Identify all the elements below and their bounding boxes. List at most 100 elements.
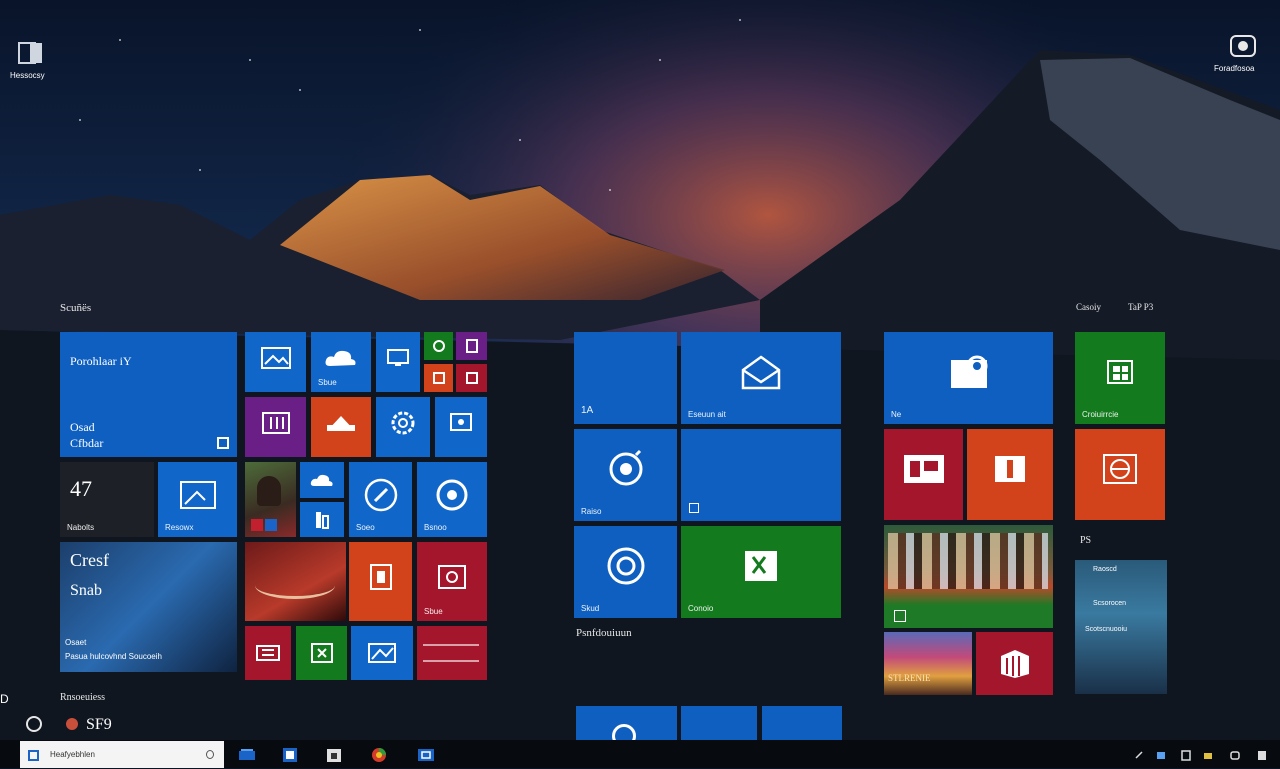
tile-cortana[interactable]: Bsnoo [417,462,487,537]
tile-calendar-line2: Cfbdar [70,436,104,450]
tile-live-line1: Raoscd [1093,566,1117,573]
tile-calendar-line1: Osad [70,420,95,434]
tile-settings[interactable] [376,397,430,457]
tile-video-label: Sbue [424,607,443,616]
tray-chat-icon[interactable] [1230,748,1240,760]
video-icon [437,564,467,590]
device-icon [449,412,473,434]
slides-icon [902,451,946,487]
tile-store[interactable]: Resowx [158,462,237,537]
tray-network-icon[interactable] [1156,748,1166,759]
tile-center-6[interactable]: Conoio [681,526,841,618]
tile-right-photo[interactable] [884,525,1053,628]
tile-calendar[interactable]: Porohlaar iY Osad Cfbdar [60,332,237,457]
tile-connect[interactable] [435,397,487,457]
user-avatar[interactable] [66,718,78,730]
desktop-shortcut-right[interactable]: Foradfosoa [1210,34,1272,78]
tile-center-3[interactable]: Raiso [574,429,677,521]
tile-excel[interactable] [296,626,347,680]
tile-photos2[interactable] [351,626,413,680]
tile-photo-red[interactable] [245,542,346,621]
tile-cloud-small[interactable] [300,462,344,498]
tile-small-p1[interactable] [456,332,487,360]
cube-icon [997,648,1033,680]
refresh-icon [432,339,446,353]
office-icon [368,562,394,592]
calendar-icon [217,437,229,449]
tile-right-red2[interactable] [976,632,1053,695]
tile-cortana-label: Bsnoo [424,523,447,532]
tile-right-photo-badge [894,610,906,622]
tile-center-bottom-2[interactable] [681,706,757,740]
frame-icon [465,372,478,384]
start-corner-label: SF9 [86,716,112,733]
tray-notification-icon[interactable] [1257,748,1267,760]
tile-onedrive[interactable]: Sbue [311,332,371,392]
tile-mail[interactable] [311,397,371,457]
tile-right-live[interactable]: Raoscd Scsorocen Scotscnuooiu [1075,560,1167,694]
microphone-icon [206,750,214,759]
desktop-shortcut-left[interactable]: Hessocsy [8,38,60,82]
tile-right-1[interactable]: Ne [884,332,1053,424]
tile-right-orange1[interactable] [967,429,1053,520]
book-icon [261,411,291,435]
tile-center-4-badge [689,503,699,513]
tile-center-3-label: Raiso [581,507,602,516]
tile-live-line2: Scsorocen [1093,600,1127,607]
note-icon [465,339,478,353]
group-label-right-a: Casoiy [1076,302,1102,312]
window-icon [16,41,46,67]
browser-icon[interactable] [370,746,388,764]
tile-right-red1[interactable] [884,429,963,520]
tile-small-g1[interactable] [424,332,453,360]
chat-icon [1228,34,1258,60]
taskbar-search-placeholder: Heafyebhlen [50,750,95,759]
tile-news-line1: Osaet [65,638,87,647]
taskbar-search[interactable]: Heafyebhlen [20,741,224,768]
power-button[interactable] [26,716,42,732]
tile-calc[interactable] [245,626,291,680]
square-icon [432,372,445,384]
red-wide-text [423,644,479,662]
cortana-icon [434,477,470,513]
tray-chevron-icon[interactable] [1134,748,1144,759]
tile-people-photo[interactable] [245,462,296,537]
tile-right-sunset[interactable]: STLRENIE [884,632,972,695]
gear-icon [389,409,417,437]
tile-center-mail[interactable]: Eseuun ait [681,332,841,424]
tile-onedrive-label: Sbue [318,378,337,387]
tile-center-bottom-1[interactable] [576,706,677,740]
tile-weather[interactable]: 47 Nabolts [60,462,154,537]
tile-right-g[interactable]: Croiuirrcie [1075,332,1165,424]
tile-news-line2: Pasua hulcovhnd Soucoeih [65,652,162,661]
tile-center-4[interactable] [681,429,841,521]
left-edge-mark: D [0,692,9,706]
tile-office[interactable] [349,542,412,621]
tile-right-orange2[interactable] [1075,429,1165,520]
tile-photos[interactable] [245,332,306,392]
mail-taskbar-icon[interactable] [417,746,435,764]
spreadsheet-icon [741,547,781,585]
tile-onenote[interactable] [245,397,306,457]
store-taskbar-icon[interactable] [325,746,343,764]
tile-right-sunset-label: STLRENIE [888,673,931,683]
tile-movies[interactable] [376,332,420,392]
tray-battery-icon[interactable] [1203,748,1213,759]
tile-small-r1[interactable] [456,364,487,392]
tile-center-1[interactable]: 1A [574,332,677,424]
tile-video[interactable]: Sbue [417,542,487,621]
tile-center-bottom-3[interactable] [762,706,842,740]
tile-news[interactable]: Cresf Snab Osaet Pasua hulcovhnd Soucoei… [60,542,237,672]
tile-calendar-title: Porohlaar iY [70,354,132,368]
tile-phone-small[interactable] [300,502,344,537]
tile-red-wide[interactable] [417,626,487,680]
file-explorer-icon[interactable] [281,746,299,764]
tile-right-g-label: Croiuirrcie [1082,410,1119,419]
tile-small-o1[interactable] [424,364,453,392]
tile-center-5[interactable]: Skud [574,526,677,618]
tile-weather-temp: 47 [70,476,92,501]
tray-shield-icon[interactable] [1181,748,1191,761]
tile-xbox[interactable]: Soeo [349,462,412,537]
taskview-icon[interactable] [238,746,256,764]
desktop-shortcut-left-label: Hessocsy [10,71,45,80]
